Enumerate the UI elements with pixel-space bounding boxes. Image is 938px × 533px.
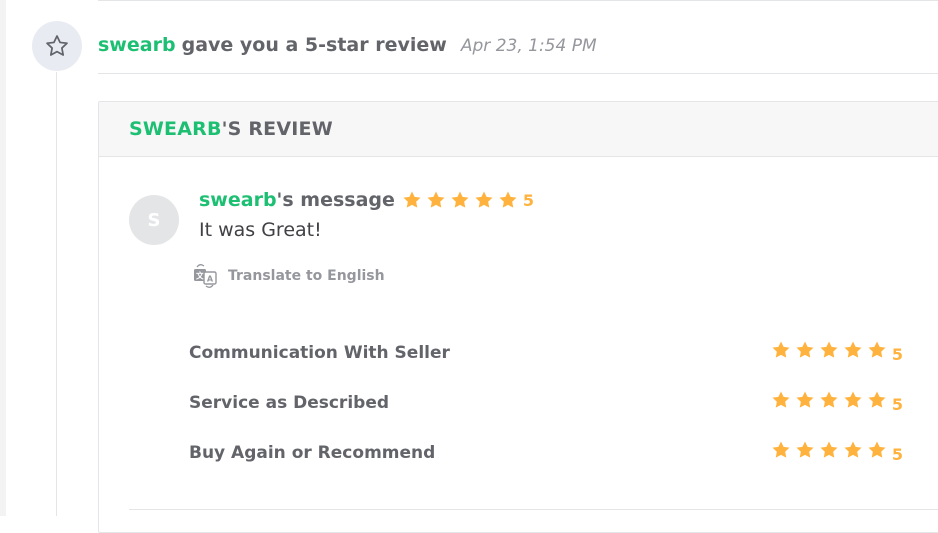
star-icon xyxy=(475,191,493,208)
star-icon xyxy=(844,391,862,408)
star-icon xyxy=(868,441,886,458)
star-icon xyxy=(868,391,886,408)
event-user-link[interactable]: swearb xyxy=(98,34,176,56)
event-timestamp: Apr 23, 1:54 PM xyxy=(460,36,597,56)
rating-score: 5 xyxy=(891,445,903,464)
rating-score: 5 xyxy=(891,345,903,364)
avatar[interactable]: S xyxy=(129,195,179,245)
svg-text:A: A xyxy=(207,275,214,284)
star-icon xyxy=(427,191,445,208)
translate-icon: 文 A xyxy=(194,264,217,288)
star-icon xyxy=(499,191,517,208)
star-icon xyxy=(820,341,838,358)
review-card: SWEARB 'S REVIEW S swearb's message 5 It … xyxy=(98,101,938,533)
star-icon xyxy=(844,341,862,358)
star-icon xyxy=(844,441,862,458)
rating-score: 5 xyxy=(891,395,903,414)
star-icon xyxy=(403,191,421,208)
rating-row-communication: Communication With Seller 5 xyxy=(189,340,903,365)
star-rating xyxy=(771,440,891,460)
rating-row-recommend: Buy Again or Recommend 5 xyxy=(189,440,903,465)
star-outline-icon xyxy=(46,35,68,56)
event-description: gave you a 5-star review xyxy=(181,34,447,56)
avatar-letter: S xyxy=(147,209,161,231)
star-icon xyxy=(820,441,838,458)
overall-star-rating xyxy=(402,190,522,210)
review-header-suffix: 'S REVIEW xyxy=(221,118,333,140)
event-summary: swearb gave you a 5-star review Apr 23, … xyxy=(98,33,597,58)
star-icon xyxy=(451,191,469,208)
message-text: It was Great! xyxy=(199,219,322,241)
review-bottom-divider xyxy=(129,509,938,510)
rating-label: Buy Again or Recommend xyxy=(189,442,436,463)
message-header-suffix: 's message xyxy=(276,189,395,211)
star-icon xyxy=(772,441,790,458)
top-divider xyxy=(98,0,938,1)
message-header: swearb's message 5 xyxy=(199,189,534,211)
timeline-line xyxy=(56,72,57,516)
translate-button[interactable]: 文 A Translate to English xyxy=(191,262,385,290)
message-user-link[interactable]: swearb xyxy=(199,189,277,211)
review-header-user[interactable]: SWEARB xyxy=(129,118,222,140)
event-star-icon-badge xyxy=(32,21,82,71)
star-rating xyxy=(771,340,891,360)
rating-row-service: Service as Described 5 xyxy=(189,390,903,415)
star-icon xyxy=(772,391,790,408)
star-icon xyxy=(796,391,814,408)
star-icon xyxy=(820,391,838,408)
review-card-header: SWEARB 'S REVIEW xyxy=(99,102,938,157)
star-icon xyxy=(796,341,814,358)
star-icon xyxy=(796,441,814,458)
star-icon xyxy=(772,341,790,358)
star-rating xyxy=(771,390,891,410)
overall-rating-score: 5 xyxy=(522,190,535,210)
left-rail xyxy=(0,0,6,516)
star-icon xyxy=(868,341,886,358)
rating-label: Communication With Seller xyxy=(189,342,450,363)
event-divider xyxy=(98,73,938,74)
translate-label: Translate to English xyxy=(228,268,385,284)
rating-label: Service as Described xyxy=(189,392,390,413)
